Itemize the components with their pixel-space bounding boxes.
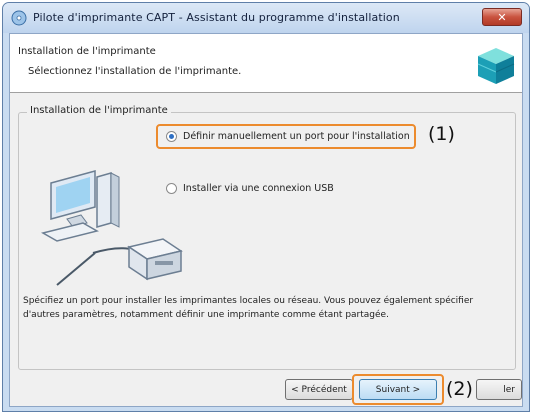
radio-option-manual-port[interactable]: Définir manuellement un port pour l'inst… — [156, 124, 416, 149]
previous-button[interactable]: < Précédent — [285, 379, 353, 400]
group-legend: Installation de l'imprimante — [27, 105, 171, 116]
computer-printer-icon — [41, 170, 183, 286]
close-button[interactable]: ✕ — [482, 8, 522, 26]
radio-label-manual-port: Définir manuellement un port pour l'inst… — [183, 131, 410, 142]
radio-label-usb: Installer via une connexion USB — [183, 183, 334, 194]
header-title: Installation de l'imprimante — [18, 46, 156, 57]
wizard-body: Installation de l'imprimante Sélectionne… — [9, 33, 523, 407]
radio-button-selected[interactable] — [166, 131, 177, 142]
close-icon: ✕ — [497, 10, 507, 24]
printer-installation-group: Installation de l'imprimante — [18, 105, 516, 370]
title-bar: Pilote d'imprimante CAPT - Assistant du … — [3, 3, 529, 33]
callout-2: (2) — [446, 378, 473, 400]
installer-window: Pilote d'imprimante CAPT - Assistant du … — [2, 2, 530, 412]
installer-disc-icon — [11, 10, 27, 26]
callout-1: (1) — [428, 123, 455, 145]
printer-box-icon — [477, 48, 515, 84]
next-button[interactable]: Suivant > — [359, 379, 437, 400]
wizard-header: Installation de l'imprimante Sélectionne… — [10, 34, 522, 93]
header-subtitle: Sélectionnez l'installation de l'imprima… — [28, 66, 242, 77]
cancel-button[interactable]: ler — [476, 379, 522, 400]
radio-option-usb[interactable]: Installer via une connexion USB — [166, 183, 334, 194]
description-text: Spécifiez un port pour installer les imp… — [23, 296, 474, 320]
radio-button-unselected[interactable] — [166, 183, 177, 194]
window-title: Pilote d'imprimante CAPT - Assistant du … — [33, 11, 400, 24]
